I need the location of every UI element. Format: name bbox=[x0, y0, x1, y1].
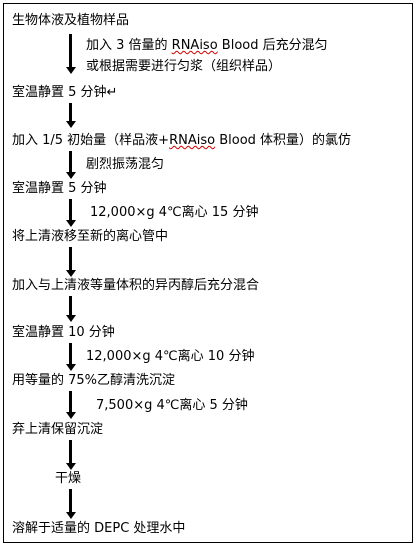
flow-arrow bbox=[66, 391, 76, 419]
step-rt-5min: 室温静置 5 分钟↵ bbox=[12, 85, 118, 100]
flow-arrow bbox=[66, 103, 76, 128]
flow-arrow bbox=[66, 296, 76, 322]
flow-arrow bbox=[66, 151, 76, 179]
flow-arrow bbox=[66, 199, 76, 227]
note-centrifuge-15min: 12,000×g 4℃离心 15 分钟 bbox=[90, 205, 259, 220]
step-add-isopropanol: 加入与上清液等量体积的异丙醇后充分混合 bbox=[12, 278, 260, 293]
flow-arrow bbox=[66, 440, 76, 470]
flow-arrow bbox=[66, 343, 76, 371]
step-ethanol-wash: 用等量的 75%乙醇清洗沉淀 bbox=[12, 373, 176, 388]
note-centrifuge-10min: 12,000×g 4℃离心 10 分钟 bbox=[86, 349, 255, 364]
protocol-flowchart: 生物体液及植物样品 加入 3 倍量的 RNAiso Blood 后充分混匀 或根… bbox=[3, 3, 413, 543]
step-dry: 干燥 bbox=[55, 471, 82, 486]
note-add-rnaiso: 加入 3 倍量的 RNAiso Blood 后充分混匀 bbox=[86, 38, 328, 53]
step-add-chloroform: 加入 1/5 初始量（样品液+RNAiso Blood 体积量）的氯仿 bbox=[12, 133, 352, 148]
step-sample: 生物体液及植物样品 bbox=[12, 13, 130, 28]
note-vortex: 剧烈振荡混匀 bbox=[86, 157, 165, 172]
note-homogenize: 或根据需要进行匀浆（组织样品） bbox=[86, 59, 282, 74]
flow-arrow bbox=[66, 34, 76, 74]
flow-arrow bbox=[66, 489, 76, 519]
spellcheck-underline: RNAiso bbox=[169, 133, 216, 148]
step-rt-5min-2: 室温静置 5 分钟 bbox=[12, 181, 107, 196]
step-dissolve-depc: 溶解于适量的 DEPC 处理水中 bbox=[12, 521, 186, 536]
step-discard-supernatant: 弃上清保留沉淀 bbox=[12, 422, 104, 437]
step-transfer-supernatant: 将上清液移至新的离心管中 bbox=[12, 229, 169, 244]
step-rt-10min: 室温静置 10 分钟 bbox=[12, 325, 115, 340]
flow-arrow bbox=[66, 247, 76, 277]
spellcheck-underline: RNAiso bbox=[171, 38, 218, 53]
note-centrifuge-5min: 7,500×g 4℃离心 5 分钟 bbox=[96, 398, 248, 413]
